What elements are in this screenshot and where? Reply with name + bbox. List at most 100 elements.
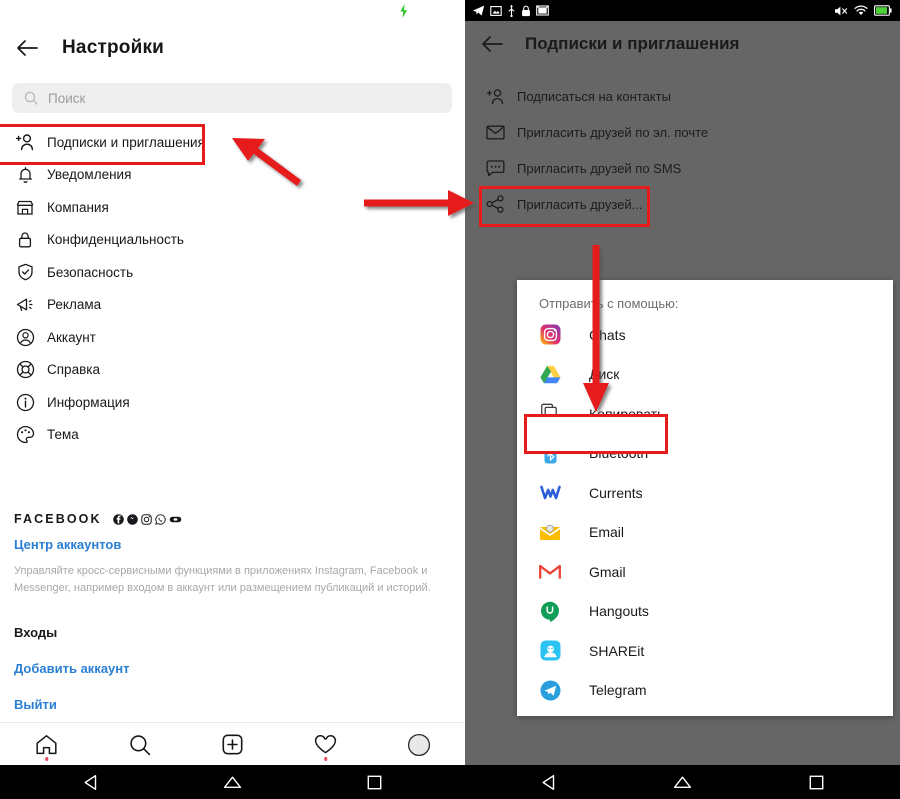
share-sheet-title: Отправить с помощью:: [539, 296, 679, 311]
status-bar-right-icons: [834, 5, 892, 17]
android-back-icon[interactable]: [80, 771, 102, 793]
bottom-tab-bar: [0, 722, 465, 766]
menu-item-invite-email[interactable]: Пригласить друзей по эл. почте: [465, 114, 900, 150]
telegram-icon: [539, 679, 561, 701]
share-app-telegram[interactable]: Telegram: [517, 671, 893, 711]
back-arrow-icon[interactable]: [479, 31, 505, 57]
activity-badge-dot: [323, 757, 328, 761]
menu-item-invite-sms[interactable]: Пригласить друзей по SMS: [465, 150, 900, 186]
android-home-icon[interactable]: [672, 771, 694, 793]
home-icon: [36, 734, 57, 754]
menu-item-invite-friends-share[interactable]: Пригласить друзей...: [465, 186, 900, 222]
menu-item-label: Пригласить друзей...: [517, 196, 643, 212]
shield-check-icon: [14, 261, 36, 283]
telegram-icon: [472, 5, 485, 16]
palette-icon: [14, 424, 36, 446]
share-app-currents[interactable]: Currents: [517, 473, 893, 513]
sidebar-item-account[interactable]: Аккаунт: [0, 321, 465, 354]
sidebar-item-about[interactable]: Информация: [0, 386, 465, 419]
page-title: Подписки и приглашения: [525, 34, 740, 53]
share-app-gmail[interactable]: Gmail: [517, 552, 893, 592]
share-app-label: SHAREit: [589, 642, 645, 659]
android-home-icon[interactable]: [222, 771, 244, 793]
android-recents-icon[interactable]: [806, 771, 828, 793]
tab-add-post[interactable]: [211, 728, 255, 762]
share-app-hangouts[interactable]: Hangouts: [517, 592, 893, 632]
logout-link[interactable]: Выйти: [14, 697, 454, 712]
search-input[interactable]: Поиск: [12, 83, 452, 113]
email-icon: [539, 521, 561, 543]
share-app-shareit[interactable]: SHAREit: [517, 631, 893, 671]
accounts-center-link[interactable]: Центр аккаунтов: [14, 537, 454, 552]
share-app-list: Chats Диск Копировать Bluetooth Currents…: [517, 315, 893, 716]
menu-item-follow-contacts[interactable]: Подписаться на контакты: [465, 78, 900, 114]
profile-avatar-icon: [407, 733, 430, 756]
shareit-icon: [539, 640, 561, 662]
sidebar-item-security[interactable]: Безопасность: [0, 256, 465, 289]
share-app-label: Диск: [589, 366, 620, 383]
facebook-brand-row: FACEBOOK: [14, 512, 454, 526]
sidebar-item-notifications[interactable]: Уведомления: [0, 159, 465, 192]
gmail-icon: [539, 561, 561, 583]
sidebar-item-follow-invite[interactable]: Подписки и приглашения: [0, 126, 465, 159]
envelope-icon: [485, 122, 505, 142]
tab-home[interactable]: [25, 728, 69, 762]
menu-item-label: Пригласить друзей по эл. почте: [517, 124, 709, 140]
heart-icon: [314, 735, 337, 754]
tab-activity[interactable]: [304, 728, 348, 762]
share-app-bluetooth[interactable]: Bluetooth: [517, 434, 893, 474]
google-drive-icon: [539, 363, 561, 385]
search-icon: [129, 734, 150, 755]
invite-menu-list: Подписаться на контакты Пригласить друзе…: [465, 78, 900, 222]
sidebar-item-label: Реклама: [47, 297, 102, 313]
share-app-label: Bluetooth: [589, 445, 649, 462]
instagram-icon: [140, 513, 152, 525]
sidebar-item-ads[interactable]: Реклама: [0, 289, 465, 322]
left-app-header: Настройки: [0, 22, 465, 74]
info-circle-icon: [14, 391, 36, 413]
left-phone-screen: Настройки Поиск Подписки и приглашения У…: [0, 0, 465, 799]
lock-icon: [522, 5, 530, 16]
sidebar-item-label: Подписки и приглашения: [47, 134, 205, 150]
copy-icon: [539, 403, 561, 425]
android-back-icon[interactable]: [538, 771, 560, 793]
tab-search[interactable]: [118, 728, 162, 762]
search-placeholder: Поиск: [48, 90, 86, 106]
android-recents-icon[interactable]: [364, 771, 386, 793]
settings-menu-list: Подписки и приглашения Уведомления Компа…: [0, 126, 465, 451]
status-bar-left-icons: [472, 4, 549, 17]
battery-charging-icon: [400, 4, 407, 18]
sidebar-item-privacy[interactable]: Конфиденциальность: [0, 224, 465, 257]
add-post-icon: [222, 734, 243, 755]
add-account-link[interactable]: Добавить аккаунт: [14, 661, 454, 676]
sidebar-item-business[interactable]: Компания: [0, 191, 465, 224]
sidebar-item-theme[interactable]: Тема: [0, 419, 465, 452]
home-badge-dot: [44, 757, 49, 761]
lock-icon: [14, 229, 36, 251]
share-nodes-icon: [485, 194, 505, 214]
share-app-label: Hangouts: [589, 603, 649, 620]
right-status-bar: [465, 0, 900, 21]
tab-profile[interactable]: [397, 728, 441, 762]
facebook-brand-label: FACEBOOK: [14, 512, 102, 526]
page-title: Настройки: [62, 37, 165, 58]
facebook-family-icons: [112, 513, 182, 525]
share-app-label: Telegram: [589, 682, 647, 699]
left-status-bar: [0, 0, 465, 22]
share-app-copy[interactable]: Копировать: [517, 394, 893, 434]
hangouts-icon: [539, 600, 561, 622]
back-arrow-icon[interactable]: [14, 35, 40, 61]
sidebar-item-help[interactable]: Справка: [0, 354, 465, 387]
search-icon: [24, 91, 38, 105]
share-app-chats[interactable]: Chats: [517, 315, 893, 355]
store-icon: [14, 196, 36, 218]
mute-icon: [835, 6, 848, 15]
messenger-icon: [126, 513, 138, 525]
menu-item-label: Подписаться на контакты: [517, 88, 671, 104]
share-app-email[interactable]: Email: [517, 513, 893, 553]
share-app-drive[interactable]: Диск: [517, 355, 893, 395]
sidebar-item-label: Конфиденциальность: [47, 232, 184, 248]
usb-icon: [508, 5, 515, 17]
wifi-icon: [854, 5, 868, 15]
sidebar-item-label: Безопасность: [47, 264, 134, 280]
